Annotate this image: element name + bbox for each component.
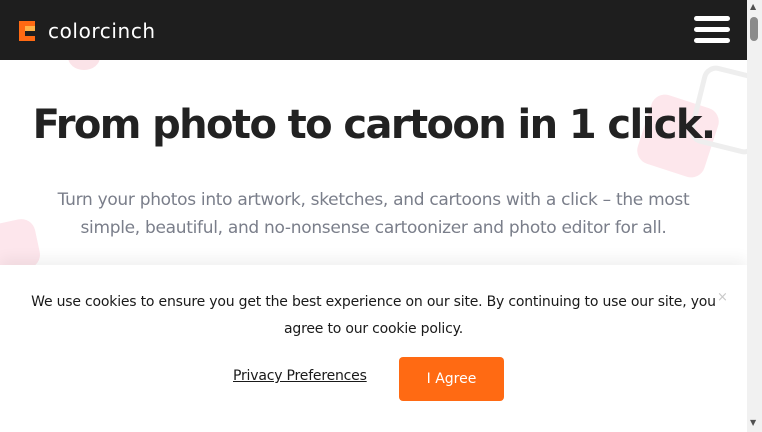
cookie-message: We use cookies to ensure you get the bes… bbox=[31, 294, 716, 337]
site-header: colorcinch bbox=[0, 0, 747, 60]
scrollbar-thumb[interactable] bbox=[750, 17, 758, 41]
colorcinch-logo-icon bbox=[16, 19, 38, 43]
menu-bar bbox=[694, 27, 730, 32]
close-icon[interactable]: × bbox=[717, 290, 728, 305]
logo-text: colorcinch bbox=[48, 19, 156, 43]
hero-title: From photo to cartoon in 1 click. bbox=[32, 102, 716, 148]
scroll-down-arrow-icon[interactable]: ▼ bbox=[750, 418, 756, 427]
scroll-up-arrow-icon[interactable]: ▲ bbox=[750, 2, 756, 11]
hamburger-menu-icon[interactable] bbox=[694, 16, 730, 44]
page-viewport: colorcinch From photo to cartoon in 1 cl… bbox=[0, 0, 747, 432]
menu-bar bbox=[694, 16, 730, 21]
menu-bar bbox=[694, 38, 730, 43]
site-logo[interactable]: colorcinch bbox=[16, 19, 156, 43]
vertical-scrollbar[interactable]: ▲ ▼ bbox=[747, 0, 762, 432]
privacy-preferences-link[interactable]: Privacy Preferences bbox=[233, 368, 367, 384]
cookie-banner: We use cookies to ensure you get the bes… bbox=[0, 265, 747, 432]
hero-subtitle: Turn your photos into artwork, sketches,… bbox=[57, 190, 690, 238]
agree-button[interactable]: I Agree bbox=[399, 357, 504, 401]
